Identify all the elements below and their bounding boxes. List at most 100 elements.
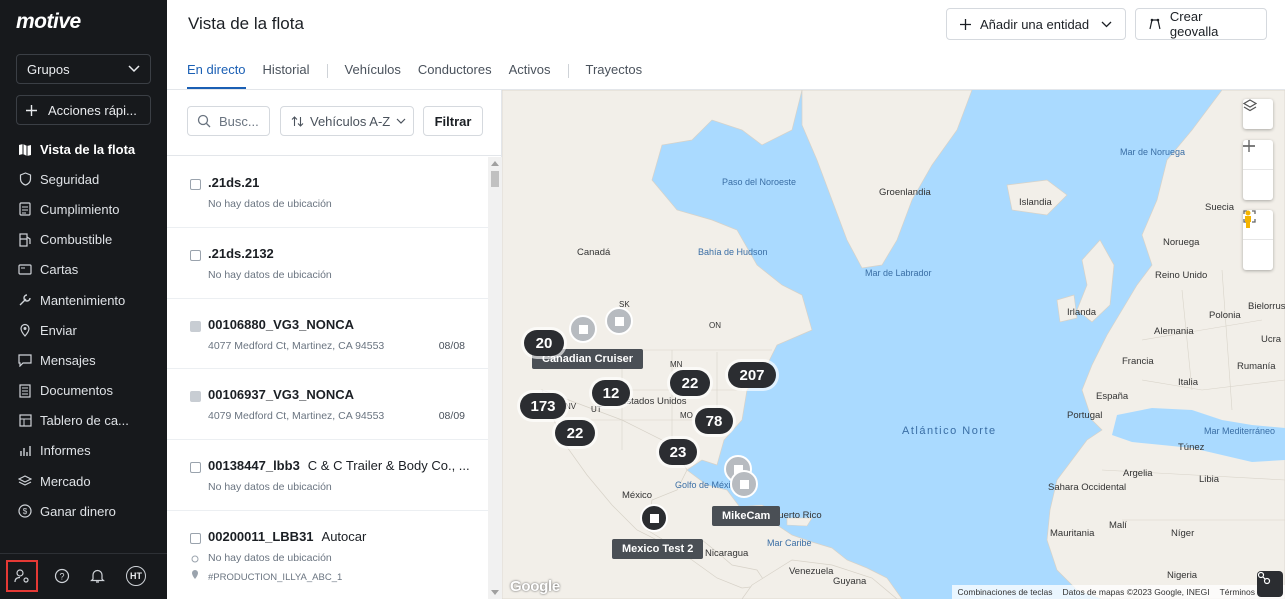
row-checkbox[interactable] (190, 320, 201, 332)
vehicle-group-tag: #PRODUCTION_ILLYA_ABC_1 (208, 571, 343, 583)
street-view-button[interactable] (1243, 210, 1273, 270)
profile-button[interactable]: HT (122, 562, 150, 590)
map-label-mo: MO (680, 411, 693, 420)
tab-divider (567, 64, 569, 78)
map-label-romania: Rumanía (1237, 361, 1276, 372)
row-checkbox[interactable] (190, 179, 201, 190)
vehicle-marker[interactable] (569, 315, 597, 343)
chevron-down-icon (128, 65, 140, 73)
zoom-out-button[interactable] (1243, 145, 1273, 200)
list-item[interactable]: 00106880_VG3_NONCA 4077 Medford Ct, Mart… (167, 299, 488, 370)
vehicle-cluster[interactable]: 12 (592, 380, 630, 406)
sidebar-item-marketplace[interactable]: Mercado (0, 466, 167, 496)
sidebar-item-messages[interactable]: Mensajes (0, 345, 167, 375)
map-label-mauritania: Mauritania (1050, 528, 1095, 539)
card-icon (18, 263, 32, 277)
list-item[interactable]: .21ds.21 No hay datos de ubicación (167, 157, 488, 228)
quick-actions-button[interactable]: Acciones rápi... (16, 95, 151, 125)
sidebar-item-label: Cartas (40, 262, 79, 278)
tab-live[interactable]: En directo (187, 62, 246, 89)
sidebar-item-board[interactable]: Tablero de ca... (0, 406, 167, 436)
scroll-up-arrow[interactable] (491, 161, 499, 166)
vehicle-cluster[interactable]: 22 (555, 420, 595, 446)
sidebar-item-cards[interactable]: Cartas (0, 255, 167, 285)
vehicle-location: 4079 Medford Ct, Martinez, CA 94553 (208, 410, 385, 423)
tab-trips[interactable]: Trayectos (586, 62, 643, 89)
vehicle-make: Autocar (321, 528, 367, 544)
sidebar-item-earn-money[interactable]: $ Ganar dinero (0, 496, 167, 526)
scrollbar-thumb[interactable] (491, 171, 499, 187)
minus-icon (1243, 145, 1255, 147)
admin-settings-button[interactable] (6, 560, 38, 592)
notifications-button[interactable] (83, 562, 111, 590)
vehicle-cluster[interactable]: 20 (524, 330, 564, 356)
sidebar-item-fleet-view[interactable]: Vista de la flota (0, 134, 167, 164)
vehicle-name-text: 00106937_VG3_NONCA (208, 387, 354, 403)
map-attribution: Combinaciones de teclas Datos de mapas ©… (951, 585, 1285, 599)
vehicle-cluster[interactable]: 23 (659, 439, 697, 465)
search-input[interactable]: Busc... (187, 106, 270, 136)
map-label-uk: Reino Unido (1155, 270, 1208, 281)
map-label-nicaragua: Nicaragua (705, 548, 749, 559)
list-scrollbar[interactable] (488, 157, 502, 599)
terms-link[interactable]: Términos (1220, 587, 1255, 597)
vehicle-cluster[interactable]: 207 (728, 362, 776, 388)
map-label-tunisia: Túnez (1178, 442, 1205, 453)
page-header: Vista de la flota Añadir una entidad Cre… (167, 0, 1285, 90)
row-checkbox[interactable] (190, 532, 201, 544)
vehicle-cluster[interactable]: 22 (670, 370, 710, 396)
sidebar-item-maintenance[interactable]: Mantenimiento (0, 285, 167, 315)
map-label-mn: MN (670, 360, 683, 369)
search-icon (197, 114, 211, 128)
map-extension-button[interactable] (1257, 571, 1283, 597)
tab-vehicles[interactable]: Vehículos (345, 62, 401, 89)
map-icon (18, 142, 32, 156)
vehicle-cluster[interactable]: 173 (520, 393, 566, 419)
map-label-on: ON (709, 321, 721, 330)
sidebar-item-safety[interactable]: Seguridad (0, 164, 167, 194)
vehicle-marker[interactable] (730, 470, 758, 498)
tab-assets[interactable]: Activos (509, 62, 551, 89)
map-label-niger: Níger (1171, 528, 1195, 539)
help-button[interactable]: ? (48, 562, 76, 590)
vehicle-name: 00106937_VG3_NONCA (208, 387, 354, 402)
scroll-down-arrow[interactable] (491, 590, 499, 595)
vehicle-marker[interactable] (605, 307, 633, 335)
motive-logo[interactable]: motive (16, 10, 81, 34)
sidebar-item-compliance[interactable]: Cumplimiento (0, 194, 167, 224)
sidebar-item-documents[interactable]: Documentos (0, 376, 167, 406)
layers-icon (1243, 99, 1257, 112)
vehicle-callout-mikecam[interactable]: MikeCam (712, 506, 781, 526)
map-layers-button[interactable] (1243, 99, 1273, 129)
map-label-nv: NV (565, 402, 577, 411)
sidebar-item-reports[interactable]: Informes (0, 436, 167, 466)
list-item[interactable]: 00106937_VG3_NONCA 4079 Medford Ct, Mart… (167, 369, 488, 441)
list-item[interactable]: 00138447_lbb3 C & C Trailer & Body Co., .… (167, 440, 488, 511)
add-entity-button[interactable]: Añadir una entidad (946, 8, 1126, 40)
tab-history[interactable]: Historial (263, 62, 310, 89)
vehicle-callout-mexico-test[interactable]: Mexico Test 2 (612, 539, 704, 559)
board-icon (18, 414, 32, 428)
row-checkbox[interactable] (190, 462, 201, 474)
svg-text:$: $ (23, 507, 28, 516)
vehicle-make: C & C Trailer & Body Co., ... (307, 458, 470, 474)
groups-dropdown[interactable]: Grupos (16, 54, 151, 84)
sidebar-item-fuel[interactable]: Combustible (0, 225, 167, 255)
map-label-norwegian-sea: Mar de Noruega (1120, 147, 1186, 157)
list-item[interactable]: .21ds.2132 No hay datos de ubicación (167, 228, 488, 299)
tab-drivers[interactable]: Conductores (418, 62, 492, 89)
vehicle-date: 08/09 (438, 410, 465, 423)
map-label-north-atlantic: Atlántico Norte (902, 425, 997, 437)
plus-icon (26, 104, 37, 116)
vehicle-cluster[interactable]: 78 (695, 408, 733, 434)
filter-button[interactable]: Filtrar (423, 106, 483, 136)
keyboard-shortcuts-link[interactable]: Combinaciones de teclas (958, 587, 1053, 597)
vehicle-marker[interactable] (640, 504, 668, 532)
create-geofence-button[interactable]: Crear geovalla (1135, 8, 1267, 40)
row-checkbox[interactable] (190, 249, 201, 261)
sidebar-item-dispatch[interactable]: Enviar (0, 315, 167, 345)
fleet-map[interactable]: Canadá Groenlandia Islandia Mar de Norue… (502, 90, 1285, 599)
sort-dropdown[interactable]: Vehículos A-Z (280, 106, 414, 136)
row-checkbox[interactable] (190, 391, 201, 403)
list-item[interactable]: 00200011_LBB31 Autocar No hay datos de ub… (167, 511, 488, 599)
